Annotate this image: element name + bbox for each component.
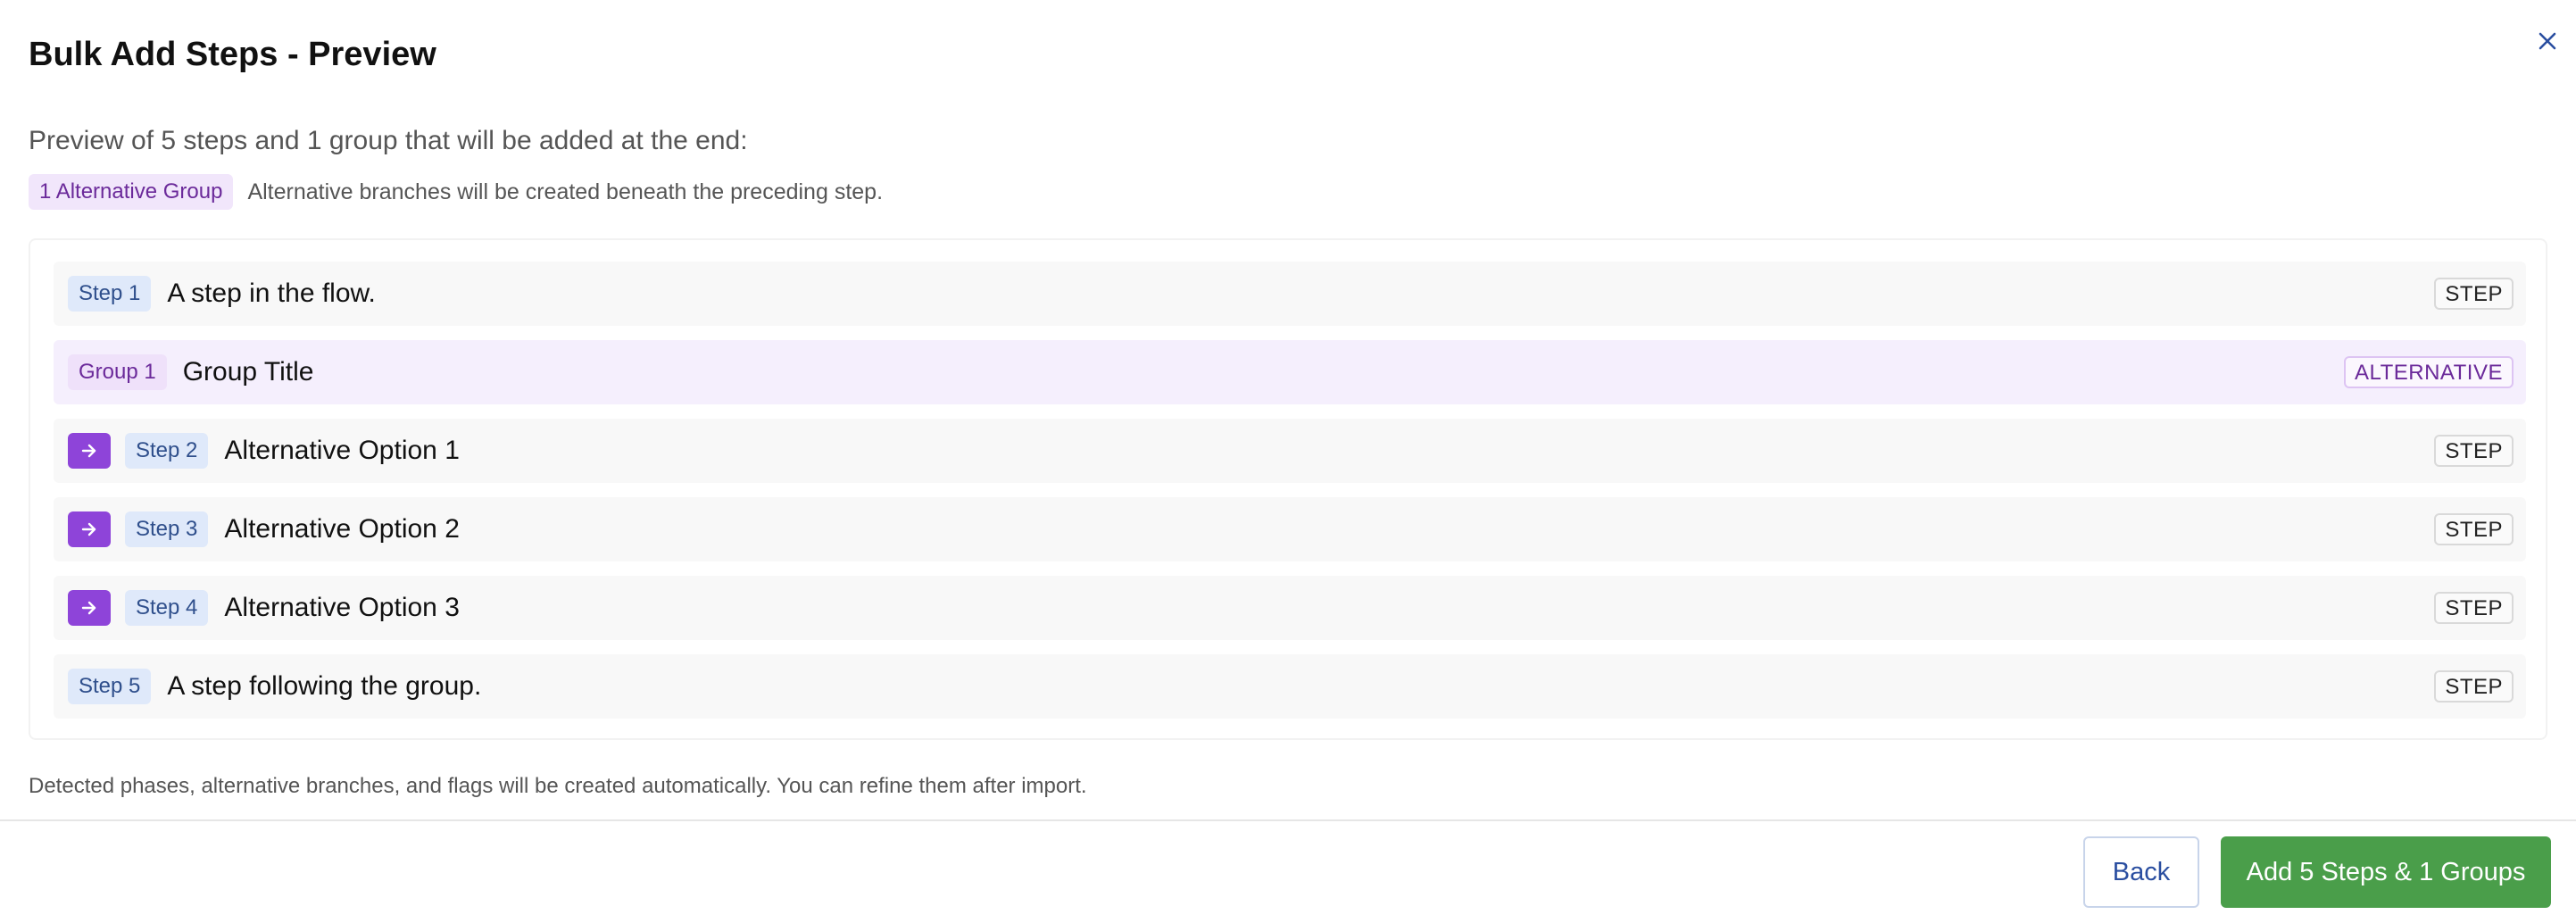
type-tag: STEP [2434,592,2514,624]
footer-divider [0,819,2576,821]
step-badge: Step 2 [125,433,209,469]
step-text: Alternative Option 2 [224,514,460,544]
footer-note: Detected phases, alternative branches, a… [29,774,1087,798]
step-text: Alternative Option 3 [224,593,460,622]
group-badge: Group 1 [68,354,167,390]
type-tag: STEP [2434,513,2514,545]
summary-line: 1 Alternative Group Alternative branches… [29,174,883,210]
step-badge: Step 1 [68,276,152,312]
step-badge: Step 4 [125,590,209,626]
preview-list: Step 1 A step in the flow. STEP Group 1 … [29,238,2547,740]
type-tag: STEP [2434,670,2514,703]
arrow-right-icon [68,590,111,626]
close-icon[interactable] [2531,25,2564,57]
back-button[interactable]: Back [2083,836,2199,908]
bulk-add-preview-dialog: Bulk Add Steps - Preview Preview of 5 st… [0,0,2576,923]
arrow-right-icon [68,511,111,547]
type-tag: STEP [2434,278,2514,310]
step-badge: Step 3 [125,511,209,547]
add-steps-button[interactable]: Add 5 Steps & 1 Groups [2221,836,2551,908]
step-text: A step following the group. [167,671,482,701]
group-title-text: Group Title [182,357,314,387]
list-item-step-4: Step 4 Alternative Option 3 STEP [54,576,2526,640]
dialog-title: Bulk Add Steps - Preview [29,36,436,73]
alternative-group-count-badge: 1 Alternative Group [29,174,234,210]
list-item-group-1: Group 1 Group Title ALTERNATIVE [54,340,2526,404]
step-text: Alternative Option 1 [224,436,460,465]
list-item-step-1: Step 1 A step in the flow. STEP [54,262,2526,326]
list-item-step-2: Step 2 Alternative Option 1 STEP [54,419,2526,483]
arrow-right-icon [68,433,111,469]
preview-subtitle: Preview of 5 steps and 1 group that will… [29,126,748,155]
summary-description: Alternative branches will be created ben… [247,179,884,204]
list-item-step-3: Step 3 Alternative Option 2 STEP [54,497,2526,561]
type-tag: STEP [2434,435,2514,467]
type-tag: ALTERNATIVE [2344,356,2514,388]
step-badge: Step 5 [68,669,152,704]
list-item-step-5: Step 5 A step following the group. STEP [54,654,2526,719]
step-text: A step in the flow. [167,279,376,308]
